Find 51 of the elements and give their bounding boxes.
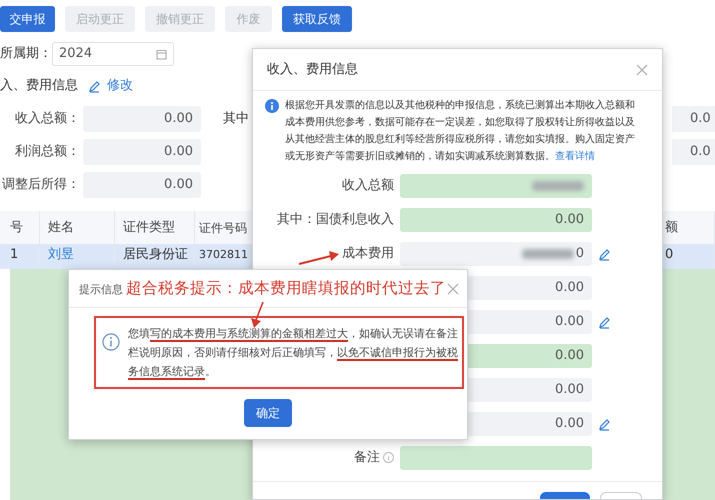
amount-field[interactable]: 0 — [400, 242, 592, 266]
edit-icon[interactable] — [598, 248, 611, 260]
field-label: 调整后所得： — [1, 176, 80, 194]
column-header: 姓名 — [40, 211, 115, 244]
close-icon[interactable] — [636, 64, 648, 76]
amount-field[interactable] — [400, 446, 592, 470]
details-link[interactable]: 查看详情 — [555, 151, 595, 162]
table-cell: 3702811 — [199, 247, 248, 263]
notice-text: 根据您开具发票的信息以及其他税种的申报信息，系统已测算出本期收入总额和成本费用供您参考，数据可能存在一定误差，如您取得了股权转让所得收益以及从其他经营主体的股息红利等经营所得应税所得，请您如实填报。购入固定资产或无形资产等需要折旧或摊销的，请如实调减系统测算数据。查看详情 — [285, 98, 636, 164]
amount-field[interactable]: 0.00 — [400, 208, 592, 232]
section-title: 入、费用信息 — [0, 77, 78, 96]
alert-message: 您填写的成本费用与系统测算的金额相差过大，如确认无误请在备注栏说明原因，否则请仔细核对后正确填写，以免不诚信申报行为被税务信息系统记录。 — [128, 326, 458, 381]
toolbar-button[interactable]: 交申报 — [0, 6, 55, 32]
calendar-icon[interactable] — [156, 48, 167, 60]
edit-icon[interactable] — [88, 80, 101, 92]
field-label: 备注 — [354, 450, 380, 466]
toolbar-button[interactable]: 获取反馈 — [282, 6, 352, 32]
amount-field[interactable]: 0.00 — [83, 172, 201, 198]
field-label: 其中：国债利息收入 — [277, 212, 394, 228]
amount-field[interactable]: 0.00 — [83, 138, 201, 164]
column-header: 号 — [0, 211, 40, 244]
info-icon — [265, 99, 279, 113]
table-cell: 0 — [665, 247, 674, 263]
info-icon — [102, 333, 120, 351]
name-link[interactable]: 刘昱 — [48, 247, 74, 263]
period-field[interactable]: 2024 — [52, 42, 174, 66]
confirm-button[interactable]: 确定 — [244, 399, 292, 427]
redacted-value — [532, 181, 584, 191]
edit-icon[interactable] — [598, 316, 611, 328]
dialog-title: 收入、费用信息 — [267, 60, 358, 79]
field-label: 成本费用 — [342, 246, 394, 262]
help-icon — [383, 452, 394, 464]
table-cell: 1 — [10, 247, 18, 263]
close-icon[interactable] — [447, 282, 459, 294]
column-header: 证件类型 — [115, 211, 195, 244]
amount-field[interactable] — [400, 174, 592, 198]
redacted-value — [522, 249, 574, 259]
field-label: 利润总额： — [14, 142, 80, 161]
edit-link[interactable]: 修改 — [107, 76, 133, 96]
amount-field[interactable]: 0.00 — [83, 106, 201, 132]
field-label: 收入总额 — [342, 178, 394, 194]
amount-field[interactable]: 0.0 — [672, 106, 715, 132]
field-label: 其中 — [223, 110, 249, 128]
edit-icon[interactable] — [598, 418, 611, 430]
amount-field[interactable]: 0.0 — [672, 138, 715, 164]
annotation-arrow — [251, 302, 264, 328]
period-label: 所属期： — [0, 45, 52, 64]
table-cell: 居民身份证 — [123, 247, 188, 263]
annotation-arrow — [298, 251, 339, 265]
field-label: 收入总额： — [14, 110, 80, 128]
dialog-title: 提示信息 — [79, 282, 123, 298]
